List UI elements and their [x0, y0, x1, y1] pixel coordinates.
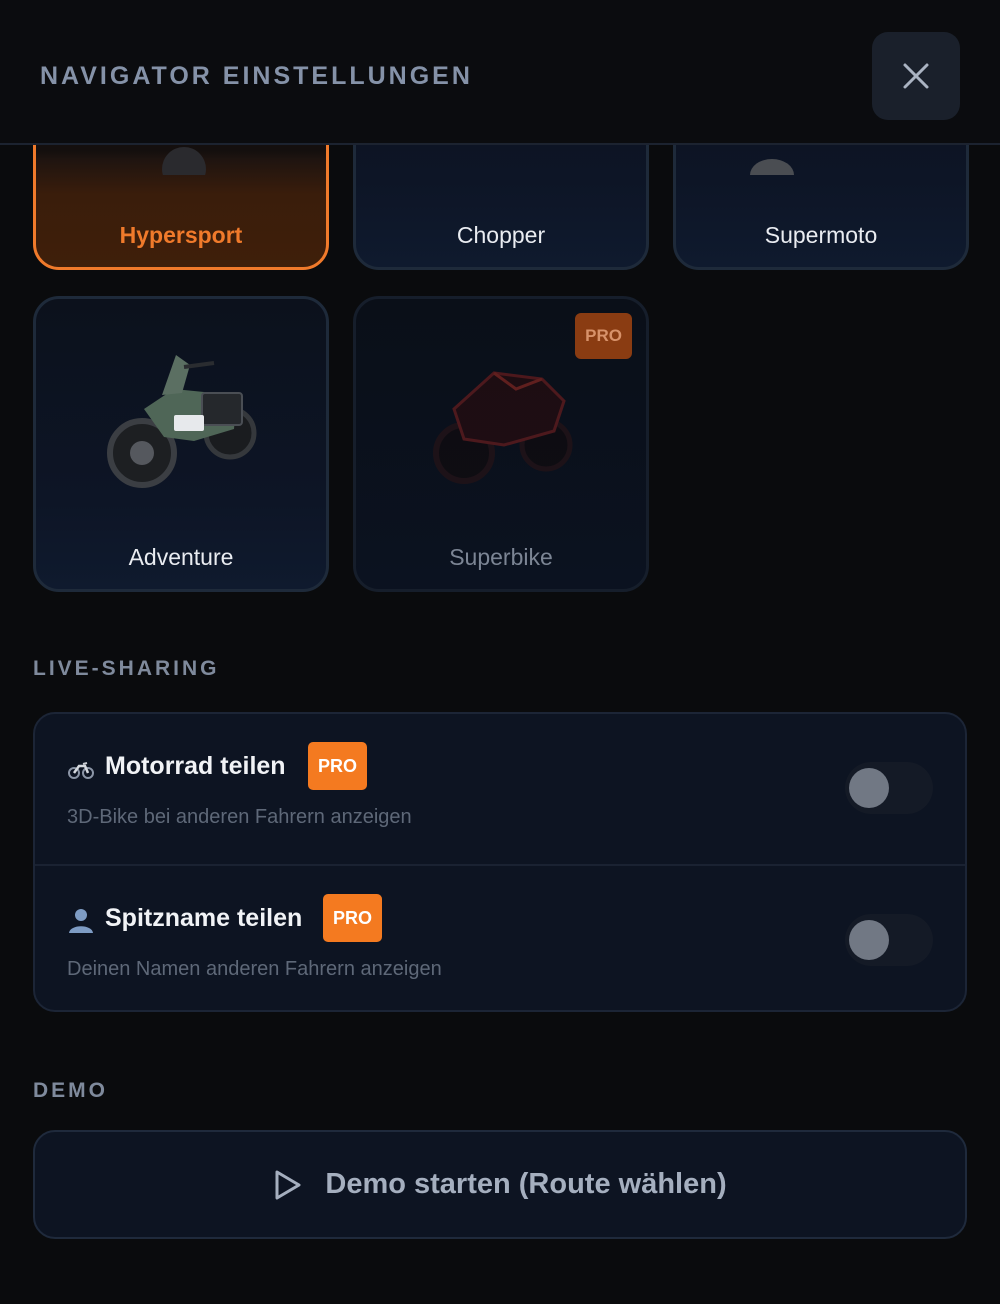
share-motorcycle-description: 3D-Bike bei anderen Fahrern anzeigen: [67, 806, 412, 828]
adventure-bike-image: [107, 355, 257, 488]
demo-start-button[interactable]: Demo starten (Route wählen): [33, 1130, 967, 1239]
play-icon: [275, 1170, 301, 1199]
share-nickname-row[interactable]: Spitzname teilen PRO Deinen Namen andere…: [35, 864, 965, 1010]
bike-card-adventure[interactable]: Adventure: [33, 296, 329, 592]
share-nickname-title: Spitzname teilen: [105, 904, 303, 932]
toggle-knob: [849, 920, 889, 960]
share-motorcycle-row[interactable]: Motorrad teilen PRO 3D-Bike bei anderen …: [35, 714, 965, 864]
bike-card-label: Superbike: [449, 544, 553, 570]
bike-card-label: Hypersport: [119, 222, 243, 248]
share-motorcycle-title: Motorrad teilen: [105, 752, 286, 780]
demo-start-label: Demo starten (Route wählen): [325, 1168, 727, 1200]
demo-section-title: DEMO: [33, 1079, 108, 1102]
settings-header: NAVIGATOR EINSTELLUNGEN: [0, 0, 1000, 145]
pro-badge: PRO: [308, 742, 368, 790]
person-icon: [69, 909, 93, 933]
share-nickname-toggle[interactable]: [845, 914, 933, 966]
motorcycle-icon: [68, 762, 94, 779]
bike-card-label: Chopper: [456, 222, 546, 248]
bike-card-label: Supermoto: [764, 222, 878, 248]
pro-badge: PRO: [323, 894, 383, 942]
share-motorcycle-toggle[interactable]: [845, 762, 933, 814]
live-sharing-section-title: LIVE-SHARING: [33, 657, 220, 680]
superbike-bike-image: [433, 371, 573, 484]
share-nickname-description: Deinen Namen anderen Fahrern anzeigen: [67, 958, 442, 980]
page-title: NAVIGATOR EINSTELLUNGEN: [40, 62, 473, 90]
bike-card-label: Adventure: [128, 544, 234, 570]
settings-scroll-content[interactable]: Hypersport Chopper Supermoto Adventure P…: [0, 0, 1000, 1304]
close-icon: [903, 63, 929, 89]
bike-card-superbike[interactable]: PRO Superbike: [353, 296, 649, 592]
live-sharing-panel: Motorrad teilen PRO 3D-Bike bei anderen …: [33, 712, 967, 1012]
close-button[interactable]: [872, 32, 960, 120]
toggle-knob: [849, 768, 889, 808]
